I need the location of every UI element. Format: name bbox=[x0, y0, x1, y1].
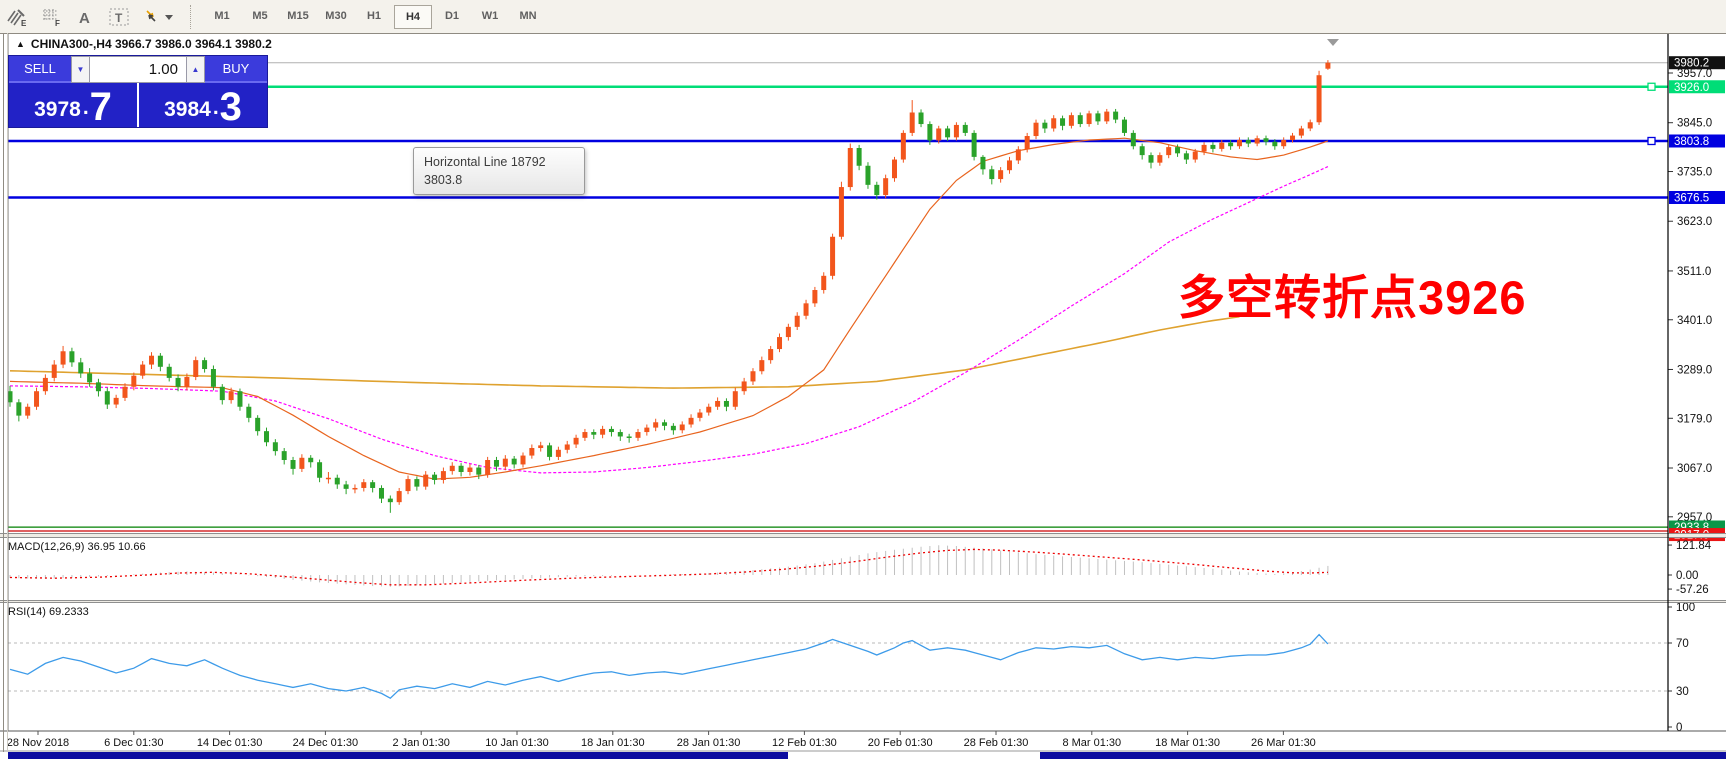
timeframe-m30[interactable]: M30 bbox=[318, 5, 354, 27]
timeframe-d1[interactable]: D1 bbox=[434, 5, 470, 27]
price-badge-3980.2: 3980.2 bbox=[1674, 58, 1709, 70]
arrow-tools-icon[interactable] bbox=[137, 4, 179, 30]
chart-canvas[interactable]: MACD(12,26,9) 36.95 10.66 RSI(14) 69.2333… bbox=[0, 33, 1726, 759]
fibonacci-grid-icon[interactable]: F bbox=[35, 4, 67, 30]
toolbar-separator bbox=[190, 5, 197, 29]
time-tick: 28 Jan 01:30 bbox=[677, 737, 741, 749]
text-label-icon[interactable]: A bbox=[69, 4, 101, 30]
timeframe-mn[interactable]: MN bbox=[510, 5, 546, 27]
chart-window: MACD(12,26,9) 36.95 10.66 RSI(14) 69.2333… bbox=[0, 33, 1726, 759]
svg-text:F: F bbox=[55, 19, 60, 27]
price-tick: 3289.0 bbox=[1677, 364, 1712, 376]
rsi-tick: 30 bbox=[1676, 686, 1689, 698]
time-tick: 2 Jan 01:30 bbox=[392, 737, 450, 749]
rsi-label: RSI(14) 69.2333 bbox=[8, 606, 89, 618]
elliott-tools-icon[interactable]: E bbox=[1, 4, 33, 30]
chart-title-text: CHINA300-,H4 3966.7 3986.0 3964.1 3980.2 bbox=[31, 37, 272, 51]
text-label-glyph: A bbox=[75, 8, 95, 26]
timeframe-m5[interactable]: M5 bbox=[242, 5, 278, 27]
window-left-frame bbox=[3, 33, 8, 752]
text-box-glyph: T bbox=[108, 7, 130, 27]
arrow-tools-glyph bbox=[141, 7, 175, 27]
chart-title: ▲ CHINA300-,H4 3966.7 3986.0 3964.1 3980.… bbox=[16, 37, 272, 51]
macd-tick: -57.26 bbox=[1676, 584, 1709, 596]
line-handle-3926.0[interactable] bbox=[1648, 83, 1655, 90]
fibonacci-grid-glyph: F bbox=[40, 7, 62, 27]
time-tick: 6 Dec 01:30 bbox=[104, 737, 163, 749]
time-tick: 28 Nov 2018 bbox=[7, 737, 69, 749]
time-tick: 14 Dec 01:30 bbox=[197, 737, 262, 749]
svg-text:E: E bbox=[21, 19, 27, 27]
price-badge-3926.0: 3926.0 bbox=[1674, 82, 1709, 94]
price-tick: 3401.0 bbox=[1677, 315, 1712, 327]
rsi-tick: 100 bbox=[1676, 602, 1695, 614]
time-tick: 12 Feb 01:30 bbox=[772, 737, 837, 749]
sell-price-main: 3978 bbox=[34, 99, 81, 120]
volume-decrease-button[interactable]: ▼ bbox=[71, 56, 90, 83]
timeframe-m1[interactable]: M1 bbox=[204, 5, 240, 27]
macd-tick: 0.00 bbox=[1676, 570, 1698, 582]
text-box-icon[interactable]: T bbox=[103, 4, 135, 30]
time-tick: 20 Feb 01:30 bbox=[868, 737, 933, 749]
chart-text-annotation[interactable]: 多空转折点3926 bbox=[1178, 259, 1527, 328]
sell-price-pips: 7 bbox=[90, 90, 112, 124]
top-toolbar: E F A T M1M5M15M30H1H4D1W1MN bbox=[0, 0, 1726, 34]
time-tick: 18 Mar 01:30 bbox=[1155, 737, 1220, 749]
price-axis[interactable]: 3957.0 3845.0 3735.0 3623.0 3511.0 3401.0 3289… bbox=[1668, 33, 1726, 734]
bottom-window-strip-right bbox=[1040, 752, 1726, 759]
timeframe-w1[interactable]: W1 bbox=[472, 5, 508, 27]
sell-button[interactable]: SELL bbox=[9, 56, 71, 83]
time-tick: 10 Jan 01:30 bbox=[485, 737, 549, 749]
buy-button[interactable]: BUY bbox=[205, 56, 267, 83]
tooltip-line2: 3803.8 bbox=[424, 171, 574, 189]
price-tick: 3845.0 bbox=[1677, 118, 1712, 130]
buy-price[interactable]: 3984.3 bbox=[139, 83, 267, 127]
time-tick: 8 Mar 01:30 bbox=[1062, 737, 1121, 749]
svg-text:T: T bbox=[115, 11, 123, 25]
elliott-tools-glyph: E bbox=[6, 7, 28, 27]
rsi-tick: 70 bbox=[1676, 638, 1689, 650]
price-tick: 3623.0 bbox=[1677, 216, 1712, 228]
one-click-order-panel: SELL ▼ 1.00 ▲ BUY 3978.7 3984.3 bbox=[8, 55, 268, 128]
macd-tick: 121.84 bbox=[1676, 540, 1712, 552]
timeframe-h1[interactable]: H1 bbox=[356, 5, 392, 27]
bottom-window-strip-left bbox=[8, 752, 788, 759]
price-tick: 3957.0 bbox=[1677, 68, 1712, 80]
collapse-arrow-icon[interactable]: ▲ bbox=[16, 39, 25, 49]
line-handle-3803.8[interactable] bbox=[1648, 137, 1655, 144]
timeframe-group: M1M5M15M30H1H4D1W1MN bbox=[203, 5, 547, 29]
price-tick: 3511.0 bbox=[1677, 266, 1711, 278]
volume-increase-button[interactable]: ▲ bbox=[186, 56, 205, 83]
buy-price-dot: . bbox=[213, 96, 219, 120]
horizontal-line-tooltip: Horizontal Line 18792 3803.8 bbox=[413, 147, 585, 195]
price-tick: 3735.0 bbox=[1677, 167, 1712, 179]
sell-price-dot: . bbox=[83, 96, 89, 120]
price-badge-3803.8: 3803.8 bbox=[1674, 136, 1709, 148]
time-tick: 28 Feb 01:30 bbox=[964, 737, 1029, 749]
time-tick: 18 Jan 01:30 bbox=[581, 737, 645, 749]
sell-price[interactable]: 3978.7 bbox=[9, 83, 139, 127]
buy-price-pips: 3 bbox=[220, 90, 242, 124]
svg-text:A: A bbox=[79, 10, 90, 26]
time-tick: 26 Mar 01:30 bbox=[1251, 737, 1316, 749]
price-badge-3676.5: 3676.5 bbox=[1674, 192, 1709, 204]
price-tick: 3179.0 bbox=[1677, 413, 1712, 425]
macd-label: MACD(12,26,9) 36.95 10.66 bbox=[8, 541, 146, 553]
price-tick: 3067.0 bbox=[1677, 463, 1712, 475]
timeframe-m15[interactable]: M15 bbox=[280, 5, 316, 27]
rsi-tick: 0 bbox=[1676, 722, 1682, 734]
volume-input[interactable]: 1.00 bbox=[90, 56, 186, 83]
time-tick: 24 Dec 01:30 bbox=[293, 737, 358, 749]
buy-price-main: 3984 bbox=[164, 99, 211, 120]
timeframe-h4[interactable]: H4 bbox=[394, 5, 432, 29]
tooltip-line1: Horizontal Line 18792 bbox=[424, 153, 574, 171]
